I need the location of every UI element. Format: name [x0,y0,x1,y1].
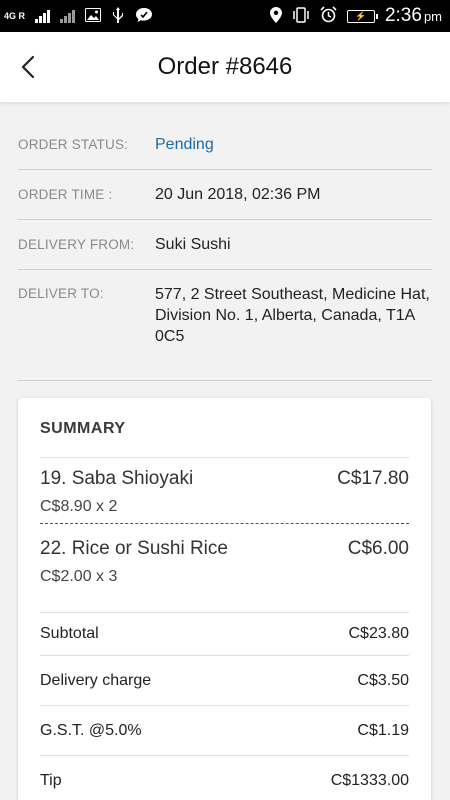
summary-card: SUMMARY 19. Saba Shioyaki C$17.80 C$8.90… [18,398,431,800]
chat-icon [135,7,153,26]
deliver-to-value: 577, 2 Street Southeast, Medicine Hat, D… [155,286,430,345]
page-title: Order #8646 [157,53,293,80]
gst-label: G.S.T. @5.0% [40,721,142,739]
item-unit-quantity: C$8.90 x 2 [40,498,118,515]
status-bar: 4G R ⚡ 2:36 pm [0,0,450,32]
app-bar: Order #8646 [0,32,450,102]
clock-time: 2:36 [384,5,422,26]
deliver-to-label: DELIVER TO: [18,286,104,301]
tip-row: Tip C$1333.00 [40,756,409,800]
signal-icon [35,9,51,23]
battery-icon: ⚡ [346,9,378,23]
signal-icon [60,9,76,23]
item-unit-quantity: C$2.00 x 3 [40,568,118,585]
image-icon [85,7,102,25]
item-price: C$17.80 [337,468,409,489]
delivery-charge-row: Delivery charge C$3.50 [40,656,409,706]
location-icon [269,6,282,26]
item-name: 22. Rice or Sushi Rice [40,538,228,559]
order-status-value: Pending [155,136,214,153]
subtotal-value: C$23.80 [348,625,410,642]
deliver-to-row: DELIVER TO: 577, 2 Street Southeast, Med… [18,270,432,381]
order-status-row: ORDER STATUS: Pending [18,120,432,170]
order-time-row: ORDER TIME : 20 Jun 2018, 02:36 PM [18,170,432,220]
back-button[interactable] [16,54,40,80]
status-bar-left: 4G R [4,6,153,26]
clock: 2:36 pm [385,5,442,27]
delivery-charge-label: Delivery charge [40,671,152,689]
list-item: 22. Rice or Sushi Rice C$6.00 C$2.00 x 3 [40,524,409,613]
delivery-from-label: DELIVERY FROM: [18,237,135,252]
delivery-charge-value: C$3.50 [357,671,409,689]
list-item: 19. Saba Shioyaki C$17.80 C$8.90 x 2 [40,458,409,524]
order-info: ORDER STATUS: Pending ORDER TIME : 20 Ju… [0,102,450,381]
clock-ampm: pm [423,9,442,24]
summary-title: SUMMARY [40,398,409,458]
subtotal-row: Subtotal C$23.80 [40,613,409,656]
network-type: 4G R [4,10,26,21]
usb-icon [111,6,125,26]
gst-row: G.S.T. @5.0% C$1.19 [40,706,409,756]
tip-label: Tip [40,771,62,789]
order-status-label: ORDER STATUS: [18,137,129,152]
delivery-from-value: Suki Sushi [155,236,231,253]
tip-value: C$1333.00 [330,771,409,789]
alarm-icon [320,6,337,26]
status-bar-right: ⚡ 2:36 pm [269,5,442,27]
item-price: C$6.00 [347,538,409,559]
item-name: 19. Saba Shioyaki [40,468,194,489]
delivery-from-row: DELIVERY FROM: Suki Sushi [18,220,432,270]
vibrate-icon [292,6,310,26]
order-time-value: 20 Jun 2018, 02:36 PM [155,186,321,203]
gst-value: C$1.19 [357,721,409,739]
chevron-left-icon [21,55,35,79]
order-time-label: ORDER TIME : [18,187,113,202]
subtotal-label: Subtotal [40,625,99,642]
